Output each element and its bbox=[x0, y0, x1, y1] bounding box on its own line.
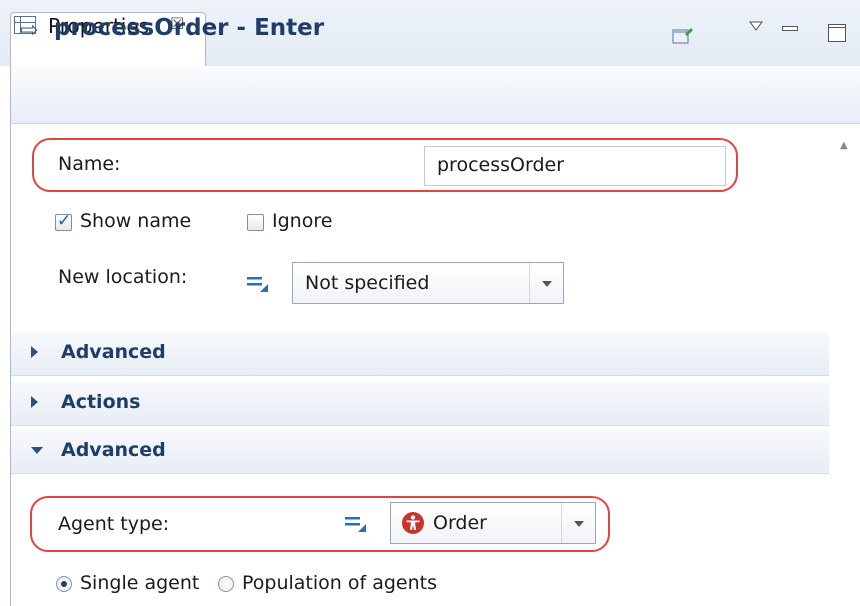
agent-type-dropdown[interactable]: Order bbox=[390, 502, 596, 544]
section-label: Advanced bbox=[61, 439, 166, 461]
enter-arrow-icon: ⇨ bbox=[20, 18, 39, 43]
new-location-dropdown[interactable]: Not specified bbox=[292, 262, 564, 304]
agent-type-label: Agent type: bbox=[58, 513, 170, 535]
collapse-arrow-icon bbox=[31, 447, 43, 454]
name-field[interactable]: processOrder bbox=[424, 146, 726, 186]
view-menu-icon[interactable] bbox=[748, 20, 764, 32]
chevron-down-icon[interactable] bbox=[529, 263, 563, 303]
section-label: Actions bbox=[61, 391, 141, 413]
chevron-down-icon[interactable] bbox=[561, 503, 595, 543]
population-label: Population of agents bbox=[242, 572, 438, 594]
scroll-up-arrow[interactable]: ▲ bbox=[840, 140, 848, 151]
ignore-checkbox[interactable] bbox=[247, 214, 264, 231]
single-agent-radio[interactable] bbox=[56, 576, 72, 592]
minimize-icon[interactable] bbox=[782, 26, 798, 31]
page-title: processOrder - Enter bbox=[54, 15, 325, 41]
agent-icon bbox=[402, 512, 424, 534]
maximize-icon[interactable] bbox=[828, 24, 846, 42]
dynamic-value-icon[interactable] bbox=[246, 272, 270, 294]
new-location-label: New location: bbox=[58, 266, 188, 288]
expand-arrow-icon bbox=[31, 396, 38, 408]
name-label: Name: bbox=[58, 153, 121, 175]
new-location-value: Not specified bbox=[305, 272, 430, 294]
section-advanced-collapsed[interactable]: Advanced bbox=[11, 332, 829, 376]
pin-icon[interactable] bbox=[672, 26, 694, 44]
expand-arrow-icon bbox=[31, 346, 38, 358]
show-name-label: Show name bbox=[80, 210, 192, 232]
section-advanced-expanded[interactable]: Advanced bbox=[11, 430, 829, 474]
dynamic-value-icon[interactable] bbox=[344, 512, 368, 534]
population-radio[interactable] bbox=[218, 576, 234, 592]
ignore-label: Ignore bbox=[272, 210, 333, 232]
properties-header bbox=[10, 66, 860, 124]
single-agent-label: Single agent bbox=[80, 572, 200, 594]
section-actions[interactable]: Actions bbox=[11, 382, 829, 426]
section-label: Advanced bbox=[61, 341, 166, 363]
agent-type-value: Order bbox=[433, 512, 487, 534]
show-name-checkbox[interactable]: ✓ bbox=[55, 211, 72, 231]
